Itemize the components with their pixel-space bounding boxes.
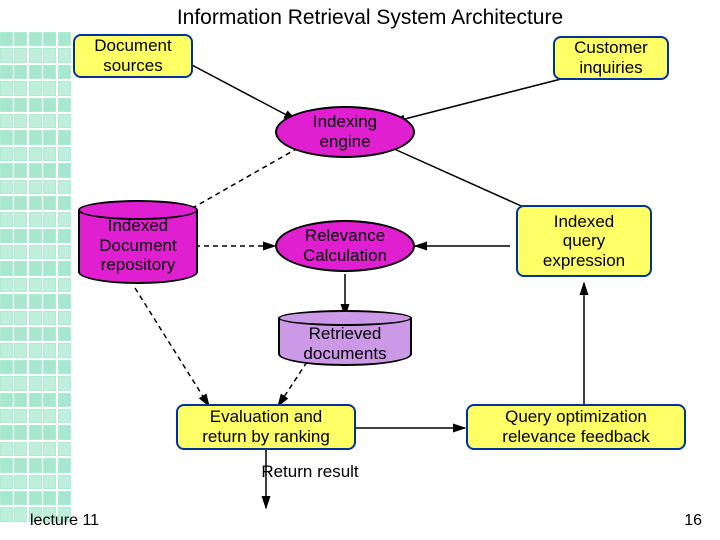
node-indexed-query: Indexedqueryexpression <box>516 205 652 277</box>
node-indexed-doc-repo: IndexedDocumentrepository <box>78 200 198 286</box>
arrow-customer-indexing <box>393 78 565 122</box>
arrow-retrieved-eval <box>278 362 307 406</box>
diagram-canvas: // generate grid rows inline (function()… <box>0 0 720 540</box>
node-eval-ranking: Evaluation andreturn by ranking <box>176 404 356 450</box>
node-customer-inquiries: Customerinquiries <box>553 36 669 80</box>
grid-decoration: // generate grid rows inline (function()… <box>0 32 72 524</box>
node-retrieved-docs: Retrieveddocuments <box>278 310 412 368</box>
footer-page: 16 <box>684 512 702 530</box>
node-indexing-engine: Indexingengine <box>275 106 415 158</box>
arrow-repo-eval <box>135 288 209 406</box>
footer-lecture: lecture 11 <box>30 512 99 530</box>
node-relevance-calc: RelevanceCalculation <box>275 220 415 272</box>
node-indexed-doc-repo-label: IndexedDocumentrepository <box>78 216 198 275</box>
node-document-sources: Documentsources <box>73 34 193 78</box>
node-query-feedback: Query optimizationrelevance feedback <box>466 404 686 450</box>
diagram-title: Information Retrieval System Architectur… <box>150 6 590 30</box>
node-retrieved-docs-label: Retrieveddocuments <box>278 324 412 363</box>
arrow-docsources-indexing <box>190 64 296 120</box>
label-return-result: Return result <box>240 462 380 482</box>
